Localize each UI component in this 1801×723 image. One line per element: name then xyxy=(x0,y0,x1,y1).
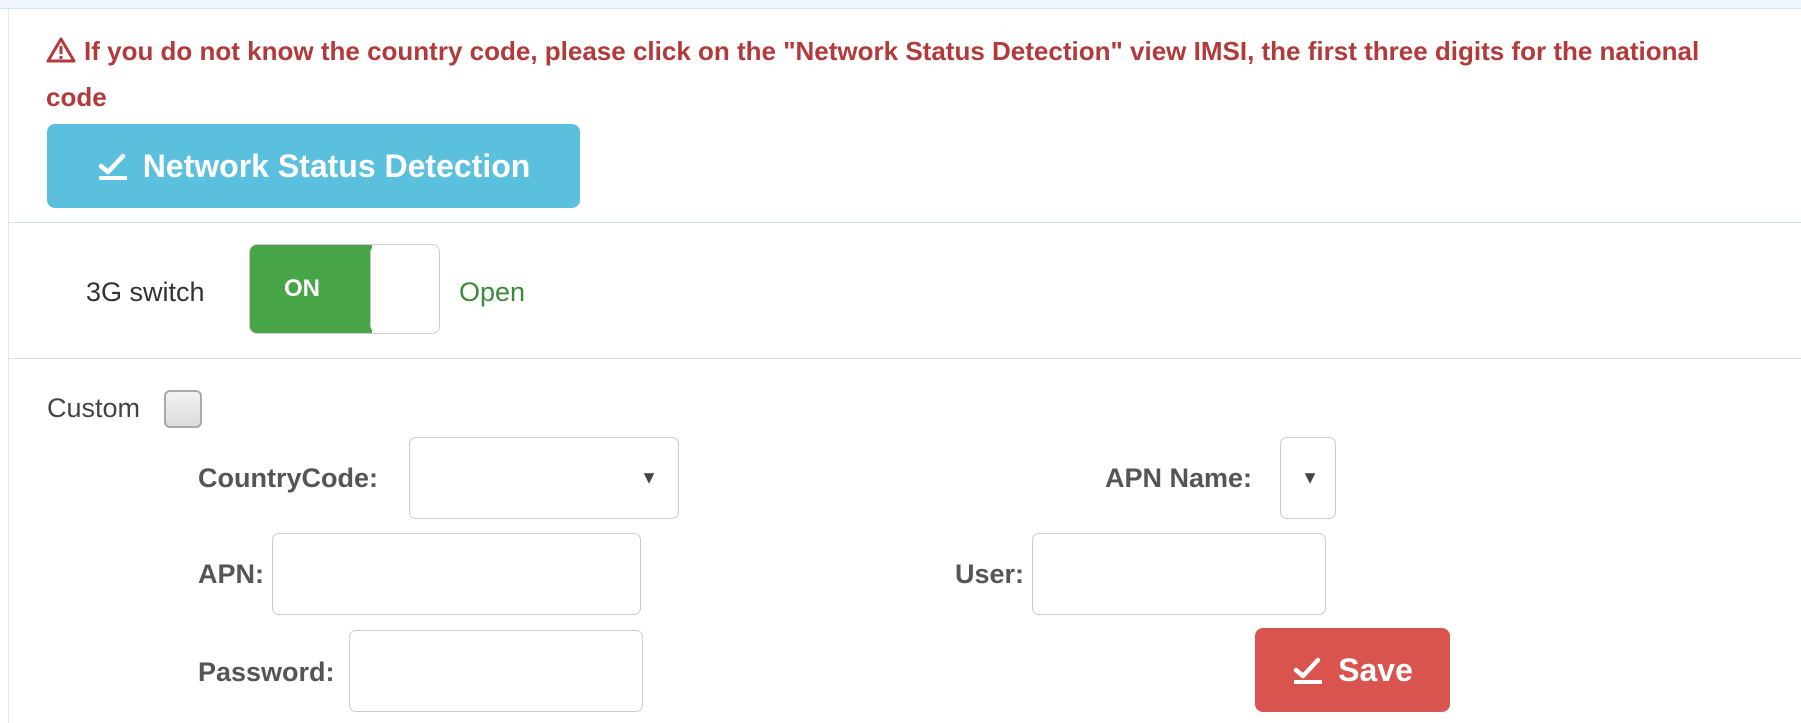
country-code-select[interactable]: ▼ xyxy=(409,437,679,519)
user-input[interactable] xyxy=(1032,533,1326,615)
password-input[interactable] xyxy=(349,630,643,712)
country-code-label: CountryCode: xyxy=(198,463,378,493)
divider xyxy=(9,222,1801,223)
save-label: Save xyxy=(1338,651,1413,688)
warning-triangle-icon xyxy=(46,31,76,63)
password-label: Password: xyxy=(198,657,335,687)
apn-name-label: APN Name: xyxy=(1105,463,1253,493)
switch-3g-toggle[interactable]: ON xyxy=(249,244,440,334)
check-edit-icon xyxy=(1292,656,1324,684)
apn-name-select[interactable]: ▼ xyxy=(1280,437,1336,519)
save-button[interactable]: Save xyxy=(1255,628,1450,712)
apn-input[interactable] xyxy=(272,533,641,615)
top-border xyxy=(0,0,1801,9)
toggle-knob[interactable] xyxy=(370,245,439,333)
left-border xyxy=(8,8,9,723)
warning-message: If you do not know the country code, ple… xyxy=(46,28,1746,120)
network-status-detection-button[interactable]: Network Status Detection xyxy=(47,124,580,208)
warning-text: If you do not know the country code, ple… xyxy=(46,36,1700,112)
switch-3g-label: 3G switch xyxy=(86,277,205,307)
custom-label: Custom xyxy=(47,393,141,423)
toggle-on-label: ON xyxy=(250,245,372,333)
apn-label: APN: xyxy=(198,559,264,589)
chevron-down-icon: ▼ xyxy=(640,467,658,488)
user-label: User: xyxy=(955,559,1025,589)
divider xyxy=(9,358,1801,359)
switch-3g-status: Open xyxy=(459,277,526,307)
chevron-down-icon: ▼ xyxy=(1301,467,1319,488)
check-edit-icon xyxy=(97,152,129,180)
network-status-detection-label: Network Status Detection xyxy=(142,147,531,184)
network-settings-page: If you do not know the country code, ple… xyxy=(0,0,1801,723)
custom-checkbox[interactable] xyxy=(164,390,202,428)
